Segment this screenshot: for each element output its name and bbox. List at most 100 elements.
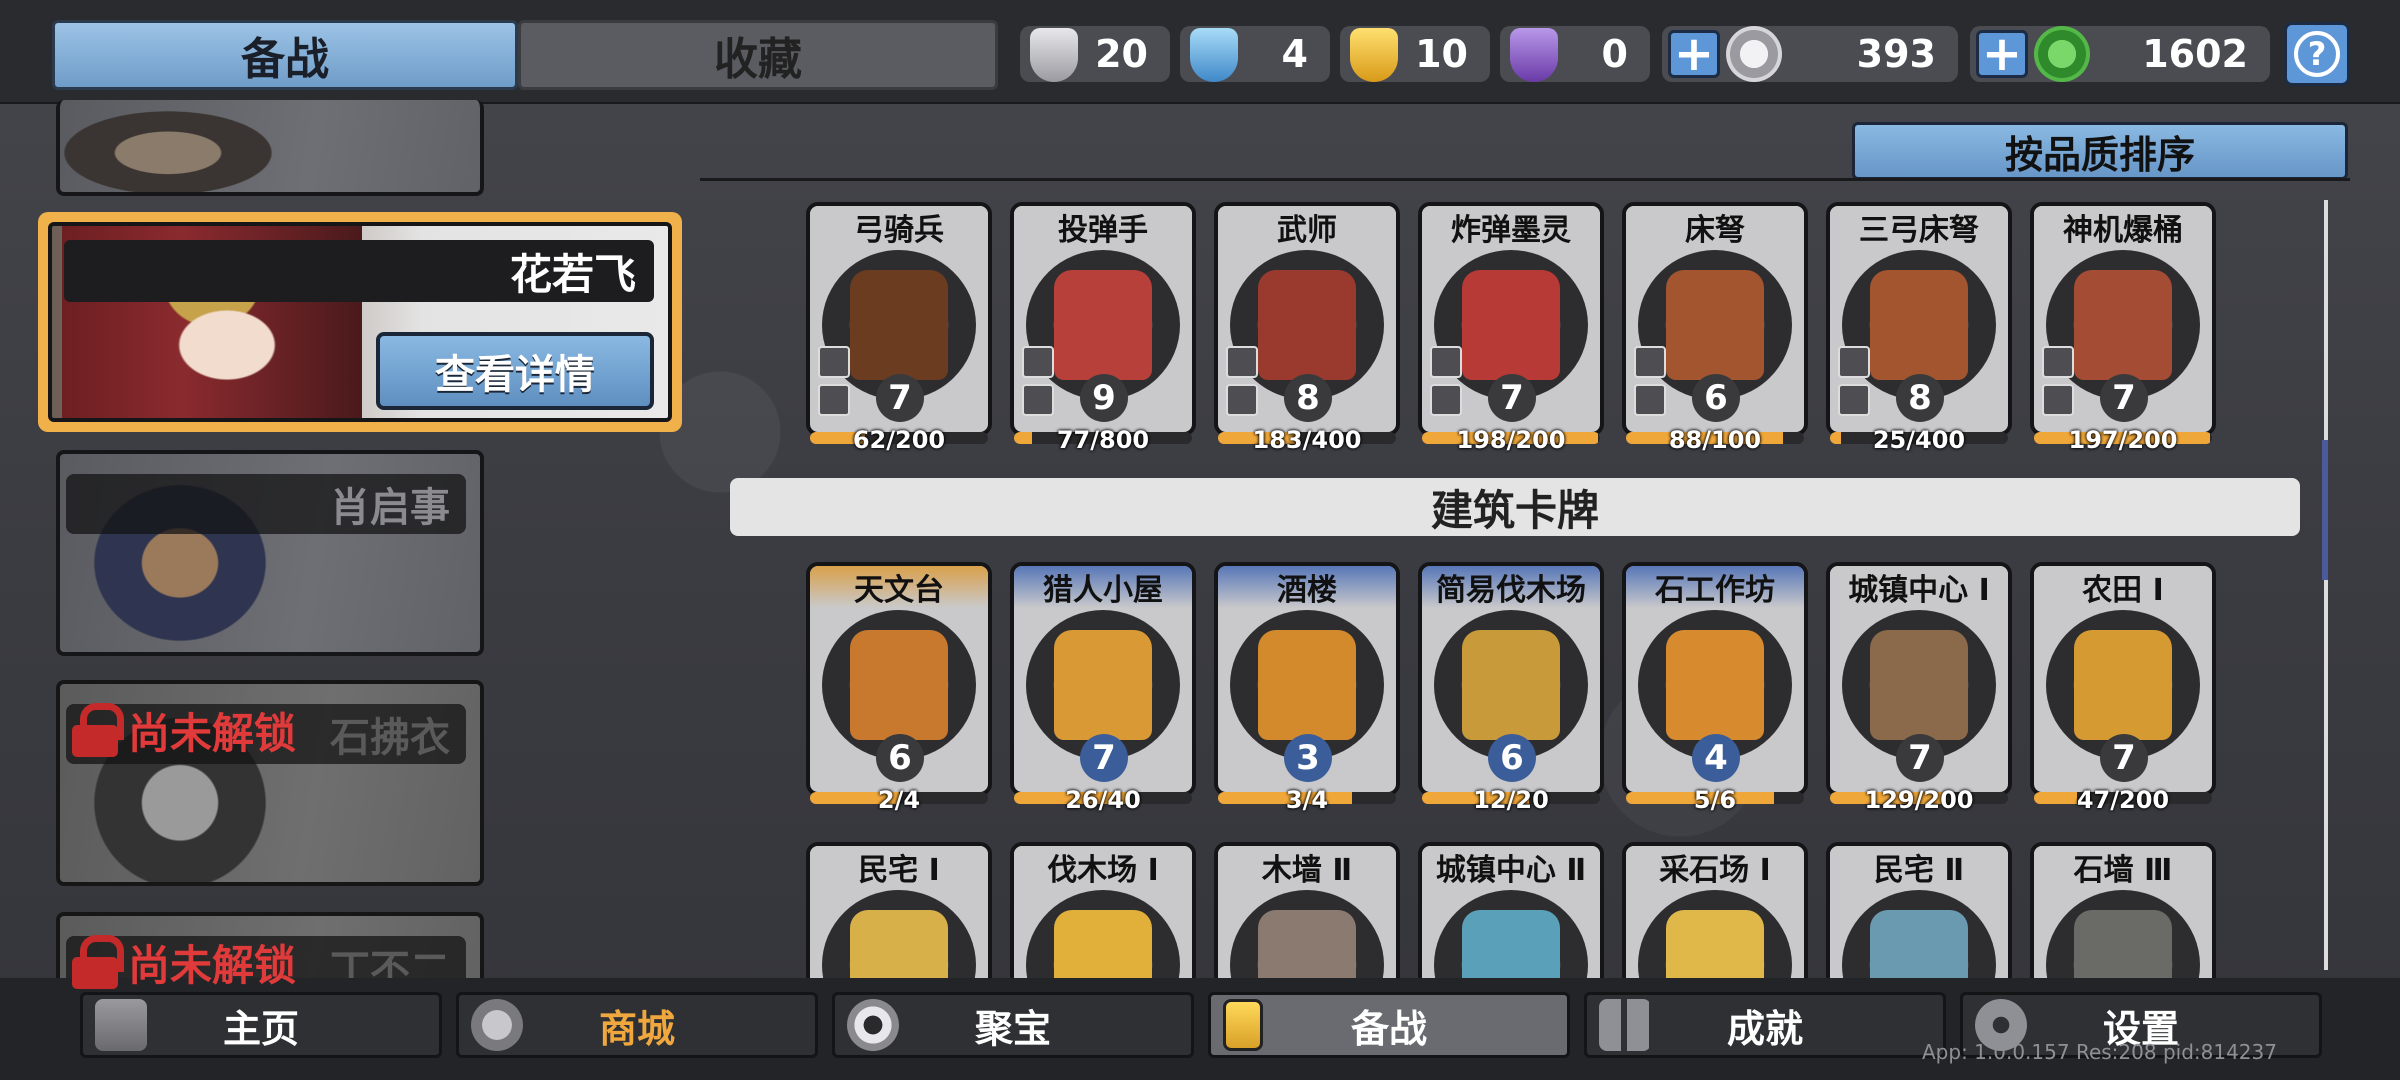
card-art: [1434, 890, 1588, 978]
card-art: [1638, 890, 1792, 978]
card-art: [822, 890, 976, 978]
unit-card[interactable]: 弓骑兵 7 62/200: [806, 202, 992, 454]
card-progress-text: 3/4: [1285, 786, 1329, 814]
building-card[interactable]: 采石场 Ⅰ: [1622, 842, 1808, 978]
building-card[interactable]: 猎人小屋 7 26/40: [1010, 562, 1196, 814]
hero-card-selected[interactable]: 花若飞 查看详情: [38, 212, 682, 432]
card-frame: 酒楼 3: [1214, 562, 1400, 796]
card-level: 8: [1896, 374, 1944, 422]
hero-card[interactable]: 肖启事: [56, 450, 484, 656]
blue-shield-icon: [1190, 28, 1238, 82]
top-bar: 备战 收藏 20 4 10 0 + 393 + 1602 ?: [0, 0, 2400, 104]
unit-card[interactable]: 神机爆桶 7 197/200: [2030, 202, 2216, 454]
trait-icon: [1226, 346, 1258, 378]
card-level: 7: [2100, 374, 2148, 422]
card-name: 伐木场 Ⅰ: [1014, 846, 1192, 888]
card-name: 投弹手: [1014, 206, 1192, 248]
home-icon: [95, 999, 147, 1051]
building-card[interactable]: 石工作坊 4 5/6: [1622, 562, 1808, 814]
view-details-button[interactable]: 查看详情: [376, 332, 654, 410]
hero-name: 花若飞: [64, 240, 654, 302]
currency-value: 1602: [2142, 32, 2248, 76]
card-frame: 床弩 6: [1622, 202, 1808, 436]
card-frame: 石工作坊 4: [1622, 562, 1808, 796]
building-card[interactable]: 酒楼 3 3/4: [1214, 562, 1400, 814]
card-frame: 武师 8: [1214, 202, 1400, 436]
card-level: 9: [1080, 374, 1128, 422]
add-green-button[interactable]: +: [1976, 30, 2028, 78]
card-name: 城镇中心 Ⅰ: [1830, 566, 2008, 608]
card-frame: 农田 Ⅰ 7: [2030, 562, 2216, 796]
card-name: 武师: [1218, 206, 1396, 248]
resource-value: 10: [1415, 32, 1468, 76]
nav-home[interactable]: 主页: [80, 992, 442, 1058]
version-text: App: 1.0.0.157 Res:208 pid:814237: [1922, 1040, 2277, 1064]
scrollbar-track[interactable]: [2324, 200, 2328, 970]
divider: [700, 178, 2350, 181]
card-progress-text: 5/6: [1693, 786, 1737, 814]
sort-by-quality-button[interactable]: 按品质排序: [1852, 122, 2348, 180]
shop-coins-icon: [471, 999, 523, 1051]
locked-label: 尚未解锁: [72, 700, 296, 760]
building-card[interactable]: 民宅 Ⅱ: [1826, 842, 2012, 978]
trait-icon: [2042, 346, 2074, 378]
card-level: 7: [1080, 734, 1128, 782]
card-progress-text: 129/200: [1864, 786, 1974, 814]
silver-shield-icon: [1030, 28, 1078, 82]
building-card[interactable]: 农田 Ⅰ 7 47/200: [2030, 562, 2216, 814]
card-progress-text: 25/400: [1872, 426, 1966, 454]
card-level: 7: [2100, 734, 2148, 782]
building-card[interactable]: 城镇中心 Ⅱ: [1418, 842, 1604, 978]
building-card[interactable]: 简易伐木场 6 12/20: [1418, 562, 1604, 814]
building-card[interactable]: 木墙 Ⅱ: [1214, 842, 1400, 978]
card-art: [2046, 890, 2200, 978]
unit-card[interactable]: 武师 8 183/400: [1214, 202, 1400, 454]
scrollbar-thumb[interactable]: [2322, 440, 2328, 580]
card-name: 猎人小屋: [1014, 566, 1192, 608]
nav-treasure[interactable]: 聚宝: [832, 992, 1194, 1058]
card-name: 天文台: [810, 566, 988, 608]
card-name: 简易伐木场: [1422, 566, 1600, 608]
tab-collection[interactable]: 收藏: [518, 20, 998, 90]
silver-coin-icon: [1726, 26, 1782, 82]
gold-shield-icon: [1350, 28, 1398, 82]
hero-card-partial[interactable]: [56, 100, 484, 196]
card-name: 木墙 Ⅱ: [1218, 846, 1396, 888]
card-frame: 三弓床弩 8: [1826, 202, 2012, 436]
green-coin-icon: [2034, 26, 2090, 82]
card-level: 6: [876, 734, 924, 782]
trait-icon: [1022, 384, 1054, 416]
unit-card[interactable]: 床弩 6 88/100: [1622, 202, 1808, 454]
card-frame: 天文台 6: [806, 562, 992, 796]
card-progress-text: 197/200: [2068, 426, 2178, 454]
achievements-icon: [1599, 999, 1651, 1051]
add-silver-button[interactable]: +: [1668, 30, 1720, 78]
tab-prepare[interactable]: 备战: [52, 20, 518, 90]
help-button[interactable]: ?: [2284, 22, 2350, 86]
trait-icon: [1634, 346, 1666, 378]
lock-icon: [72, 703, 124, 757]
cards-icon: [1223, 999, 1263, 1051]
unit-card[interactable]: 炸弹墨灵 7 198/200: [1418, 202, 1604, 454]
building-card[interactable]: 天文台 6 2/4: [806, 562, 992, 814]
unit-card[interactable]: 投弹手 9 77/800: [1010, 202, 1196, 454]
resource-value: 4: [1281, 32, 1308, 76]
card-progress-text: 88/100: [1668, 426, 1762, 454]
card-name: 农田 Ⅰ: [2034, 566, 2212, 608]
building-card[interactable]: 伐木场 Ⅰ: [1010, 842, 1196, 978]
trait-icon: [1022, 346, 1054, 378]
card-frame: 城镇中心 Ⅱ: [1418, 842, 1604, 978]
building-card[interactable]: 石墙 Ⅲ: [2030, 842, 2216, 978]
card-level: 8: [1284, 374, 1332, 422]
card-level: 7: [876, 374, 924, 422]
building-section-title: 建筑卡牌: [730, 478, 2300, 536]
card-progress-text: 62/200: [852, 426, 946, 454]
card-frame: 猎人小屋 7: [1010, 562, 1196, 796]
building-card[interactable]: 城镇中心 Ⅰ 7 129/200: [1826, 562, 2012, 814]
nav-prepare[interactable]: 备战: [1208, 992, 1570, 1058]
unit-card[interactable]: 三弓床弩 8 25/400: [1826, 202, 2012, 454]
card-art: [1026, 890, 1180, 978]
nav-shop[interactable]: 商城: [456, 992, 818, 1058]
building-card[interactable]: 民宅 Ⅰ: [806, 842, 992, 978]
nav-achievements[interactable]: 成就: [1584, 992, 1946, 1058]
